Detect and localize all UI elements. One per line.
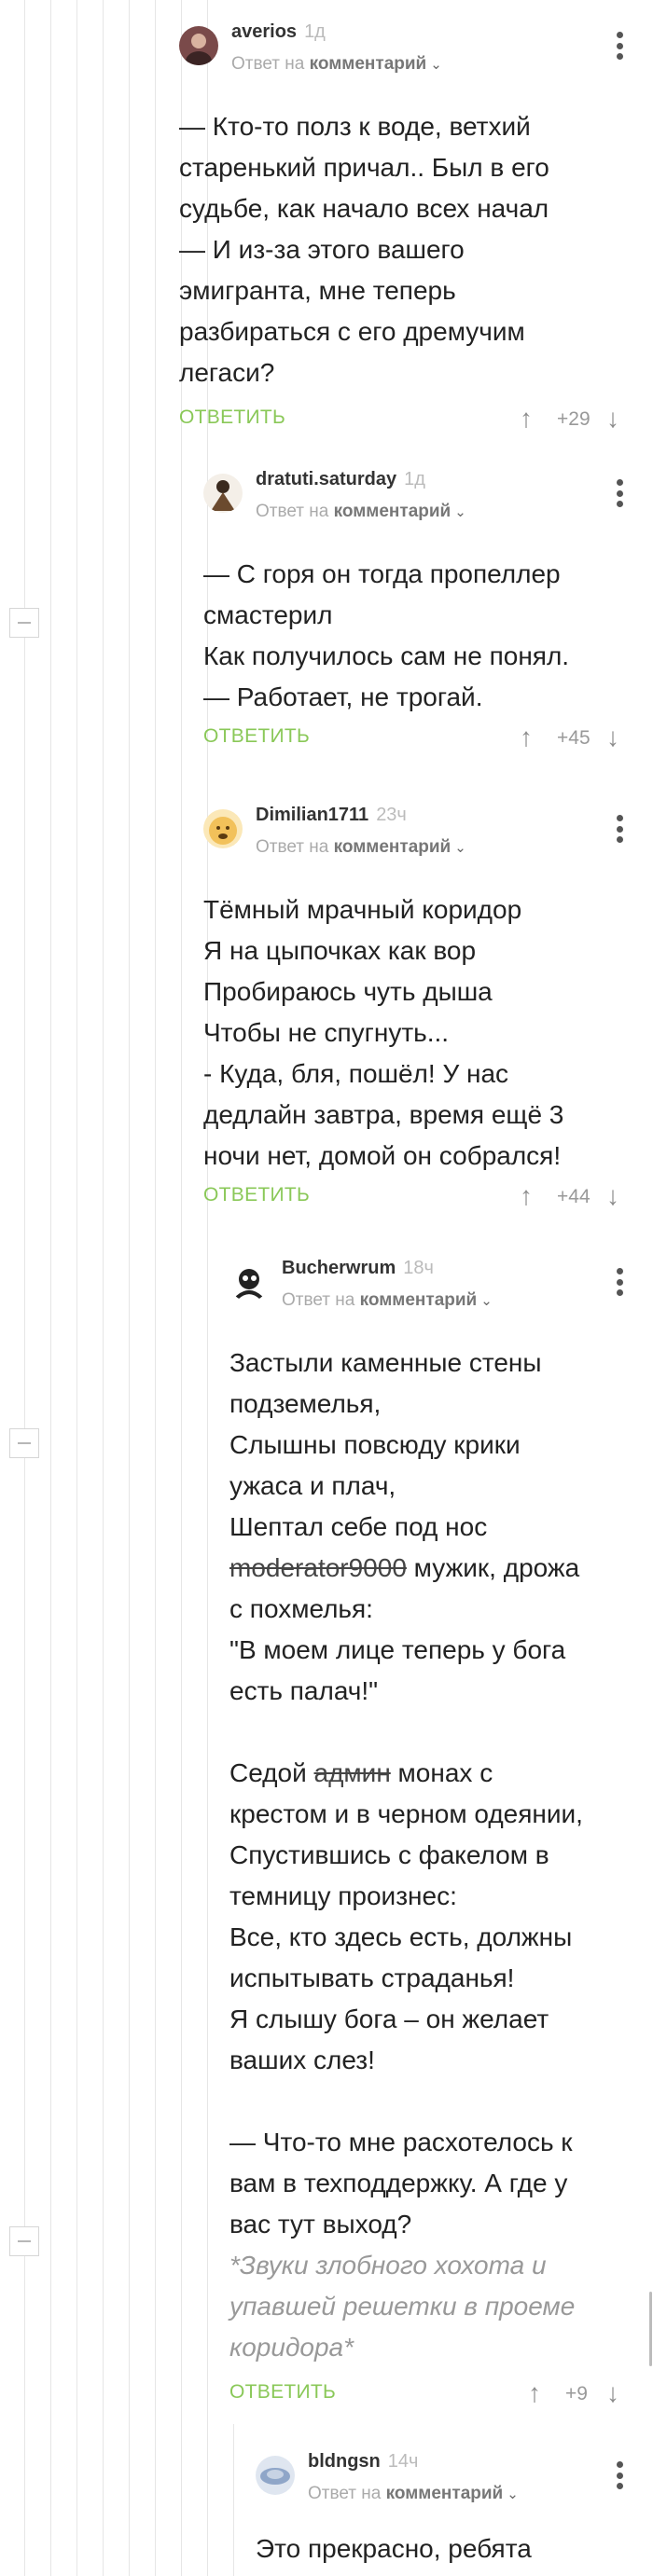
author-name[interactable]: averios 1д bbox=[231, 21, 326, 43]
thread-line bbox=[233, 2424, 234, 2576]
reply-button[interactable]: ОТВЕТИТЬ bbox=[203, 1184, 310, 1206]
author-name[interactable]: bldngsn 14ч bbox=[308, 2451, 418, 2473]
comment-header: averios 1д Ответ на комментарий ⌄ bbox=[179, 21, 636, 78]
comment-footer: ОТВЕТИТЬ ↑ +29 ↓ bbox=[179, 401, 636, 438]
thread-line bbox=[76, 0, 77, 2576]
comment-text: Застыли каменные стены подземелья, Слышн… bbox=[229, 1348, 583, 2362]
comment-score: +9 bbox=[565, 2383, 588, 2404]
avatar[interactable] bbox=[203, 474, 243, 513]
more-options-icon[interactable] bbox=[615, 1268, 624, 1296]
comment: bldngsn 14ч Ответ на комментарий ⌄ Это пре… bbox=[256, 2451, 636, 2569]
more-options-icon[interactable] bbox=[615, 479, 624, 507]
collapse-thread-button[interactable] bbox=[9, 2226, 39, 2256]
reply-to-link[interactable]: Ответ на комментарий ⌄ bbox=[256, 837, 466, 858]
comment-header: dratuti.saturday 1д Ответ на комментарий ⌄ bbox=[203, 469, 636, 526]
comment-footer: ОТВЕТИТЬ ↑ +45 ↓ bbox=[203, 720, 636, 757]
avatar-image-icon bbox=[209, 817, 237, 845]
comment: dratuti.saturday 1д Ответ на комментарий ⌄… bbox=[203, 469, 636, 757]
thread-line bbox=[129, 0, 130, 2576]
comment: Dimilian1711 23ч Ответ на комментарий ⌄ Тё… bbox=[203, 805, 636, 1216]
comment: Bucherwrum 18ч Ответ на комментарий ⌄ Заст… bbox=[229, 1258, 636, 2413]
comment-text: Это прекрасно, ребята bbox=[256, 2534, 532, 2563]
collapse-thread-button[interactable] bbox=[9, 608, 39, 638]
avatar[interactable] bbox=[229, 1262, 269, 1302]
avatar[interactable] bbox=[179, 26, 218, 65]
comment-text: — Кто-то полз к воде, ветхий старенький … bbox=[179, 112, 549, 387]
reply-button[interactable]: ОТВЕТИТЬ bbox=[179, 406, 285, 429]
thread-line bbox=[50, 0, 51, 2576]
scrollbar[interactable] bbox=[649, 0, 653, 2576]
downvote-arrow-icon[interactable]: ↓ bbox=[606, 1182, 619, 1210]
avatar[interactable] bbox=[203, 809, 243, 848]
author-name[interactable]: dratuti.saturday 1д bbox=[256, 469, 425, 490]
comment-time: 14ч bbox=[387, 2451, 419, 2472]
upvote-arrow-icon[interactable]: ↑ bbox=[520, 1182, 533, 1210]
comment-time: 23ч bbox=[376, 805, 407, 825]
avatar-image-icon bbox=[211, 480, 235, 511]
comment-score: +45 bbox=[557, 727, 590, 749]
more-options-icon[interactable] bbox=[615, 815, 624, 843]
chevron-down-icon: ⌄ bbox=[454, 840, 466, 856]
avatar-image-icon bbox=[260, 2468, 290, 2485]
chevron-down-icon: ⌄ bbox=[454, 504, 466, 520]
comment-header: Bucherwrum 18ч Ответ на комментарий ⌄ bbox=[229, 1258, 636, 1315]
reply-to-link[interactable]: Ответ на комментарий ⌄ bbox=[282, 1290, 493, 1311]
comment-header: bldngsn 14ч Ответ на комментарий ⌄ bbox=[256, 2451, 636, 2508]
more-options-icon[interactable] bbox=[615, 32, 624, 60]
reply-to-link[interactable]: Ответ на комментарий ⌄ bbox=[308, 2484, 519, 2504]
thread-line bbox=[24, 0, 25, 2576]
comment-time: 18ч bbox=[403, 1258, 434, 1278]
downvote-arrow-icon[interactable]: ↓ bbox=[606, 2379, 619, 2407]
comment: averios 1д Ответ на комментарий ⌄ — Кто-то… bbox=[179, 21, 636, 438]
downvote-arrow-icon[interactable]: ↓ bbox=[606, 723, 619, 751]
reply-to-link[interactable]: Ответ на комментарий ⌄ bbox=[231, 54, 442, 75]
avatar-image-icon bbox=[235, 1269, 263, 1300]
struck-text: админ bbox=[313, 1758, 391, 1787]
reply-button[interactable]: ОТВЕТИТЬ bbox=[229, 2381, 336, 2404]
comment-score: +44 bbox=[557, 1186, 590, 1207]
more-options-icon[interactable] bbox=[615, 2461, 624, 2489]
chevron-down-icon: ⌄ bbox=[480, 1293, 493, 1309]
upvote-arrow-icon[interactable]: ↑ bbox=[520, 723, 533, 751]
chevron-down-icon: ⌄ bbox=[430, 57, 442, 73]
upvote-arrow-icon[interactable]: ↑ bbox=[528, 2379, 541, 2407]
comment-time: 1д bbox=[304, 21, 326, 42]
reply-to-link[interactable]: Ответ на комментарий ⌄ bbox=[256, 502, 466, 522]
collapse-thread-button[interactable] bbox=[9, 1428, 39, 1458]
comment-score: +29 bbox=[557, 408, 590, 430]
scrollbar-thumb[interactable] bbox=[649, 2292, 652, 2366]
upvote-arrow-icon[interactable]: ↑ bbox=[520, 405, 533, 433]
comment-text: Тёмный мрачный коридор Я на цыпочках как… bbox=[203, 895, 564, 1170]
avatar-image-icon bbox=[186, 34, 212, 65]
avatar[interactable] bbox=[256, 2456, 295, 2495]
comment-header: Dimilian1711 23ч Ответ на комментарий ⌄ bbox=[203, 805, 636, 861]
struck-text: moderator9000 bbox=[229, 1553, 407, 1582]
author-name[interactable]: Bucherwrum 18ч bbox=[282, 1258, 434, 1279]
italic-text: *Звуки злобного хохота и упавшей решетки… bbox=[229, 2251, 576, 2362]
thread-line bbox=[155, 0, 156, 2576]
downvote-arrow-icon[interactable]: ↓ bbox=[606, 405, 619, 433]
chevron-down-icon: ⌄ bbox=[507, 2486, 519, 2502]
thread-line bbox=[103, 0, 104, 2576]
comment-text: — С горя он тогда пропеллер смастерил Ка… bbox=[203, 559, 570, 711]
comment-footer: ОТВЕТИТЬ ↑ +44 ↓ bbox=[203, 1178, 636, 1216]
comment-footer: ОТВЕТИТЬ ↑ +9 ↓ bbox=[229, 2376, 636, 2413]
reply-button[interactable]: ОТВЕТИТЬ bbox=[203, 725, 310, 748]
author-name[interactable]: Dimilian1711 23ч bbox=[256, 805, 407, 826]
comment-time: 1д bbox=[404, 469, 425, 489]
